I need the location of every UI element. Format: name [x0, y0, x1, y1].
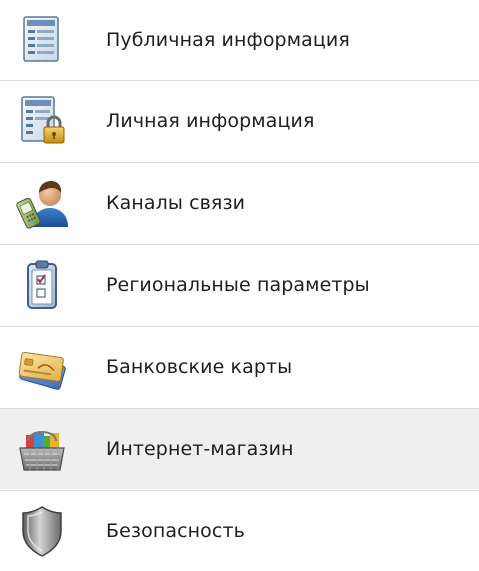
online-shop-basket-icon	[14, 421, 70, 477]
menu-item-label: Каналы связи	[106, 192, 246, 214]
menu-item-private-info[interactable]: Личная информация	[0, 81, 479, 161]
menu-item-label: Безопасность	[106, 520, 245, 542]
public-info-document-icon	[14, 12, 70, 68]
menu-item-security[interactable]: Безопасность	[0, 491, 479, 571]
menu-item-online-shop[interactable]: Интернет-магазин	[0, 409, 479, 489]
bank-cards-icon	[14, 339, 70, 395]
menu-item-contact-channels[interactable]: Каналы связи	[0, 163, 479, 243]
menu-item-label: Публичная информация	[106, 29, 350, 51]
settings-menu: Публичная информация Личная информация К…	[0, 0, 479, 562]
regional-settings-clipboard-icon	[14, 257, 70, 313]
contact-person-phone-icon	[14, 175, 70, 231]
private-info-document-lock-icon	[14, 93, 70, 149]
menu-item-regional-settings[interactable]: Региональные параметры	[0, 245, 479, 325]
menu-item-bank-cards[interactable]: Банковские карты	[0, 327, 479, 407]
security-shield-icon	[14, 503, 70, 559]
menu-item-label: Региональные параметры	[106, 274, 370, 296]
menu-item-label: Личная информация	[106, 110, 315, 132]
menu-item-label: Банковские карты	[106, 356, 293, 378]
menu-item-label: Интернет-магазин	[106, 438, 294, 460]
menu-item-public-info[interactable]: Публичная информация	[0, 0, 479, 80]
